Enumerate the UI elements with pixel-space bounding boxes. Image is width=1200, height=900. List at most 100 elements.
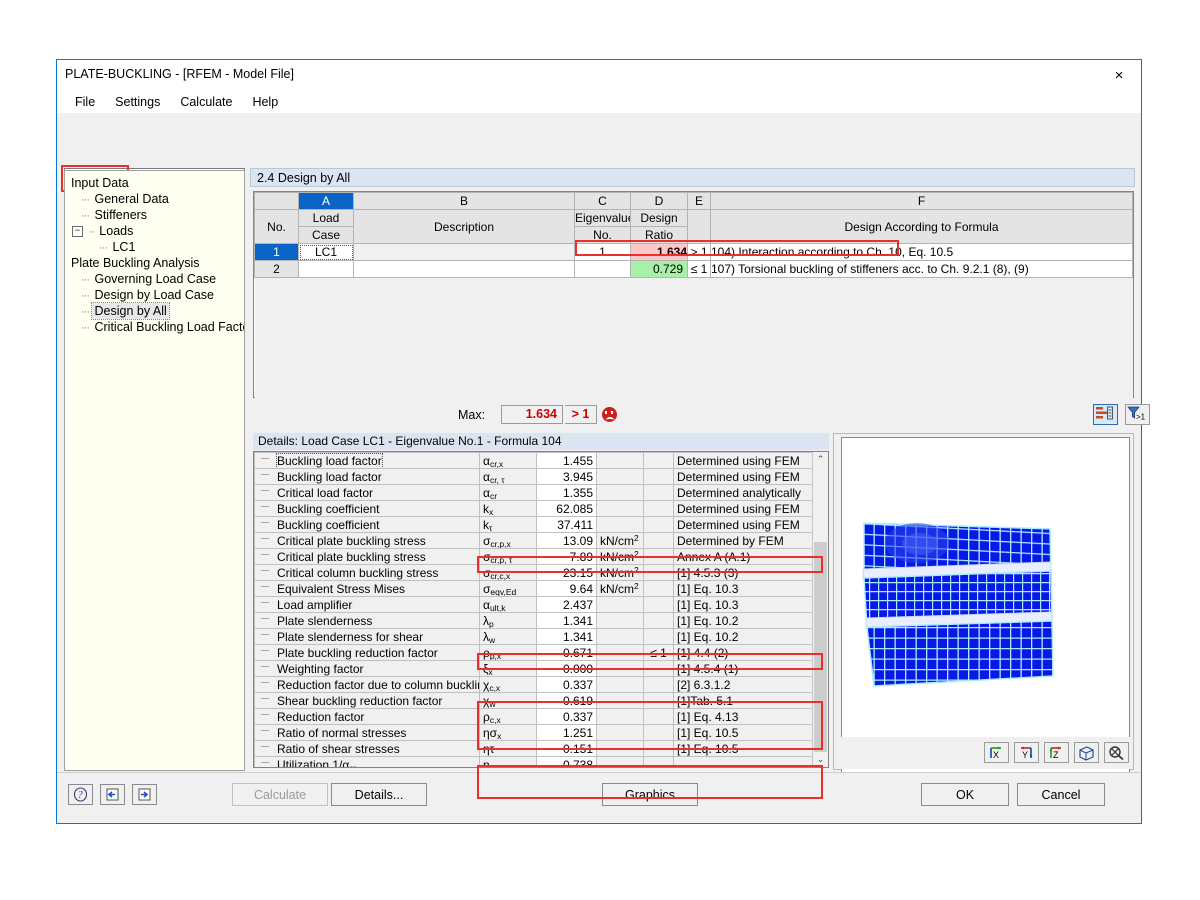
scroll-up-icon[interactable]: ⌃ <box>813 452 828 467</box>
details-row-value[interactable]: 0.151 <box>536 740 597 757</box>
tree-item-design-by-load-case[interactable]: ··· Design by Load Case <box>69 287 244 303</box>
details-row-value[interactable]: 23.15 <box>536 564 597 581</box>
tree-item-critical-buckling-load-factors[interactable]: ··· Critical Buckling Load Factors <box>69 319 244 335</box>
details-row-value[interactable]: 1.341 <box>536 612 597 629</box>
cell-design-ratio[interactable]: 1.634 <box>630 243 688 261</box>
details-row[interactable]: Reduction factor due to column buckling χ… <box>254 676 828 693</box>
table-row[interactable]: 1 LC1 1 1.634 > 1 104) Interaction accor… <box>254 243 1133 261</box>
previous-icon[interactable] <box>100 784 125 805</box>
tree-item-plate-buckling-analysis[interactable]: Plate Buckling Analysis <box>69 255 244 271</box>
fem-model-viewport[interactable] <box>841 437 1130 778</box>
tree-item-lc1[interactable]: ··· LC1 <box>69 239 244 255</box>
details-row-value[interactable]: 1.251 <box>536 724 597 741</box>
ok-button[interactable]: OK <box>921 783 1009 806</box>
details-row[interactable]: Equivalent Stress Mises σeqv,Ed 9.64 kN/cm2… <box>254 580 828 597</box>
column-letter-d[interactable]: D <box>630 192 688 210</box>
column-letter-e[interactable]: E <box>687 192 711 210</box>
details-row[interactable]: Critical plate buckling stress σcr,p,x 13.… <box>254 532 828 549</box>
view-y-axis-icon[interactable]: Y <box>1014 742 1039 763</box>
details-row[interactable]: Buckling load factor αcr,x 1.455 Determined… <box>254 452 828 469</box>
isometric-view-icon[interactable] <box>1074 742 1099 763</box>
details-row-comparison <box>643 596 674 613</box>
tree-item-governing-load-case[interactable]: ··· Governing Load Case <box>69 271 244 287</box>
details-row-value[interactable]: 0.738 <box>536 756 597 767</box>
view-x-axis-icon[interactable]: X <box>984 742 1009 763</box>
tree-item-general-data[interactable]: ··· General Data <box>69 191 244 207</box>
details-row[interactable]: Buckling coefficient kx 62.085 Determined u… <box>254 500 828 517</box>
details-row-value[interactable]: 0.619 <box>536 692 597 709</box>
next-icon[interactable] <box>132 784 157 805</box>
details-row-value[interactable]: 0.337 <box>536 708 597 725</box>
cell-load-case[interactable]: LC1 <box>298 243 354 261</box>
filter-icon[interactable]: >1 <box>1125 404 1150 425</box>
details-row[interactable]: Ratio of normal stresses ησx 1.251 [1] Eq. … <box>254 724 828 741</box>
details-row[interactable]: Critical plate buckling stress σcr,p, τ 7.… <box>254 548 828 565</box>
table-row[interactable]: 2 0.729 ≤ 1 107) Torsional buckling of s… <box>254 260 1133 278</box>
details-row-value[interactable]: 62.085 <box>536 500 597 517</box>
tree-item-input-data[interactable]: Input Data <box>69 175 244 191</box>
cell-formula[interactable]: 107) Torsional buckling of stiffeners ac… <box>710 260 1133 278</box>
details-row-value[interactable]: 1.355 <box>536 484 597 501</box>
column-letter-a[interactable]: A <box>298 192 354 210</box>
details-row[interactable]: Plate slenderness for shear λw 1.341 [1] Eq… <box>254 628 828 645</box>
scroll-down-icon[interactable]: ⌄ <box>813 752 828 767</box>
details-row[interactable]: Plate slenderness λp 1.341 [1] Eq. 10.2 <box>254 612 828 629</box>
calculate-button[interactable]: Calculate <box>232 783 328 806</box>
details-row-value[interactable]: 0.000 <box>536 660 597 677</box>
tree-item-label: Design by Load Case <box>94 288 215 302</box>
details-row-value[interactable]: 37.411 <box>536 516 597 533</box>
details-row-value[interactable]: 0.671 <box>536 644 597 661</box>
column-letter-c[interactable]: C <box>574 192 631 210</box>
cell-description[interactable] <box>353 243 575 261</box>
view-z-axis-icon[interactable]: Z <box>1044 742 1069 763</box>
menu-item-calculate[interactable]: Calculate <box>170 93 242 111</box>
collapse-expander-icon[interactable]: − <box>72 226 83 238</box>
tree-item-design-by-all[interactable]: ··· Design by All <box>69 302 244 320</box>
cell-eigenvalue-no[interactable] <box>574 260 631 278</box>
details-row-value[interactable]: 7.89 <box>536 548 597 565</box>
details-row-value[interactable]: 2.437 <box>536 596 597 613</box>
details-row[interactable]: Ratio of shear stresses ητ 0.151 [1] Eq. 10… <box>254 740 828 757</box>
cell-description[interactable] <box>353 260 575 278</box>
details-row-value[interactable]: 1.455 <box>536 452 597 469</box>
cell-load-case[interactable] <box>298 260 354 278</box>
menu-item-file[interactable]: File <box>65 93 105 111</box>
details-row-value[interactable]: 13.09 <box>536 532 597 549</box>
graphics-button[interactable]: Graphics <box>602 783 698 806</box>
cell-eigenvalue-no[interactable]: 1 <box>574 243 631 261</box>
details-scrollbar[interactable]: ⌃ ⌄ <box>812 452 828 767</box>
details-row[interactable]: Weighting factor ξx 0.000 [1] 4.5.4 (1) <box>254 660 828 677</box>
row-number[interactable]: 2 <box>254 260 299 278</box>
details-row[interactable]: Utilization 1/αcr η 0.738 <box>254 756 828 767</box>
details-row[interactable]: Shear buckling reduction factor χw 0.619 [1… <box>254 692 828 709</box>
details-row[interactable]: Plate buckling reduction factor ρp,x 0.671… <box>254 644 828 661</box>
column-letter-f[interactable]: F <box>710 192 1133 210</box>
menu-item-settings[interactable]: Settings <box>105 93 170 111</box>
cell-formula[interactable]: 104) Interaction according to Ch. 10, Eq… <box>710 243 1133 261</box>
details-row[interactable]: Critical column buckling stress σcr,c,x 23… <box>254 564 828 581</box>
details-row-value[interactable]: 3.945 <box>536 468 597 485</box>
tree-item-stiffeners[interactable]: ··· Stiffeners <box>69 207 244 223</box>
cell-design-ratio[interactable]: 0.729 <box>630 260 688 278</box>
details-row-value[interactable]: 1.341 <box>536 628 597 645</box>
scrollbar-thumb[interactable] <box>814 542 827 764</box>
close-icon[interactable]: × <box>1097 60 1141 90</box>
row-number[interactable]: 1 <box>254 243 299 261</box>
details-row[interactable]: Reduction factor ρc,x 0.337 [1] Eq. 4.13 <box>254 708 828 725</box>
details-row[interactable]: Buckling load factor αcr, τ 3.945 Determine… <box>254 468 828 485</box>
help-icon[interactable]: ? <box>68 784 93 805</box>
details-row[interactable]: Load amplifier αult,k 2.437 [1] Eq. 10.3 <box>254 596 828 613</box>
details-row-value[interactable]: 9.64 <box>536 580 597 597</box>
details-row-value[interactable]: 0.337 <box>536 676 597 693</box>
menu-item-help[interactable]: Help <box>242 93 288 111</box>
cancel-button[interactable]: Cancel <box>1017 783 1105 806</box>
list-view-icon[interactable] <box>1093 404 1118 425</box>
zoom-fit-icon[interactable] <box>1104 742 1129 763</box>
details-row[interactable]: Critical load factor αcr 1.355 Determined a… <box>254 484 828 501</box>
details-row-description: Reduction factor <box>254 708 480 725</box>
details-row[interactable]: Buckling coefficient kτ 37.411 Determined u… <box>254 516 828 533</box>
details-button[interactable]: Details... <box>331 783 427 806</box>
tree-item-loads[interactable]: − ·· Loads <box>69 223 244 239</box>
header-no: No. <box>254 209 299 244</box>
column-letter-b[interactable]: B <box>353 192 575 210</box>
